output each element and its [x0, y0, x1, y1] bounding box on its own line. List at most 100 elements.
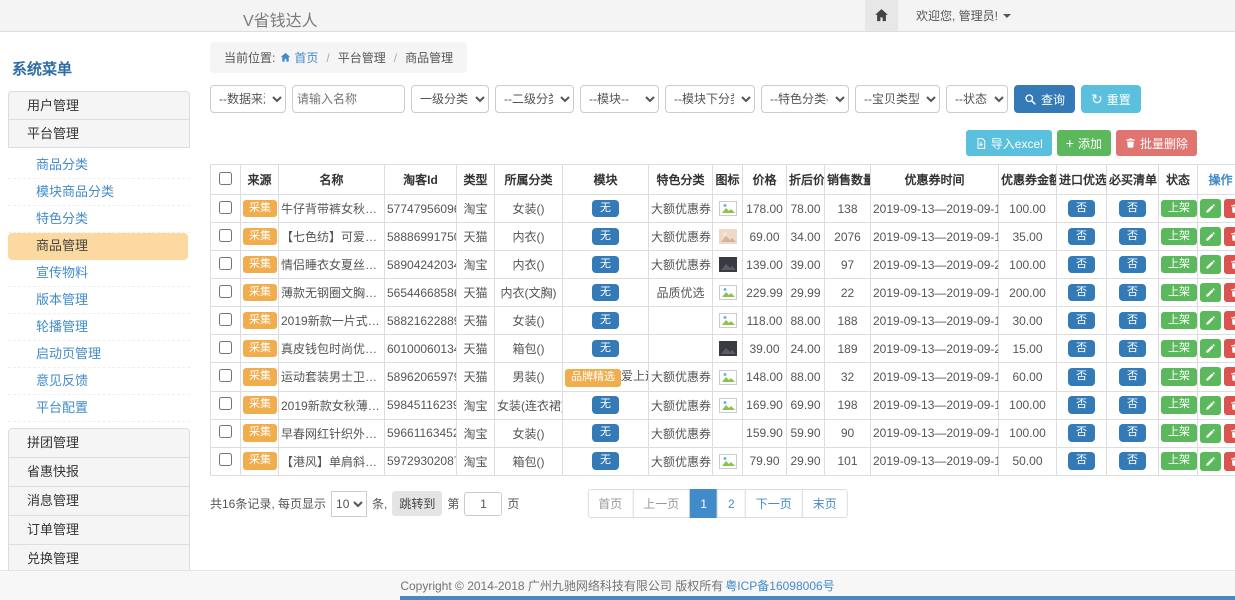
delete-button[interactable]	[1224, 199, 1235, 218]
delete-button[interactable]	[1224, 227, 1235, 246]
must-buy-toggle[interactable]: 否	[1119, 452, 1146, 470]
page-button[interactable]: 首页	[587, 489, 633, 518]
jump-button[interactable]: 跳转到	[392, 491, 442, 516]
module-badge[interactable]: 无	[592, 396, 619, 414]
edit-button[interactable]	[1200, 199, 1221, 218]
delete-button[interactable]	[1224, 367, 1235, 386]
status-toggle[interactable]: 上架	[1161, 200, 1197, 218]
filter-select[interactable]: --模块--	[580, 85, 659, 113]
sidebar-group-item[interactable]: 拼团管理	[8, 428, 190, 458]
batch-delete-button[interactable]: 批量删除	[1116, 130, 1197, 156]
filter-select[interactable]: --宝贝类型--	[855, 85, 940, 113]
filter-select[interactable]: 一级分类	[411, 85, 489, 113]
must-buy-toggle[interactable]: 否	[1119, 396, 1146, 414]
module-badge[interactable]: 无	[592, 200, 619, 218]
page-number-input[interactable]	[464, 492, 502, 516]
must-buy-toggle[interactable]: 否	[1119, 340, 1146, 358]
reset-button[interactable]: ↻ 重置	[1081, 85, 1141, 113]
sidebar-group-item[interactable]: 消息管理	[8, 486, 190, 516]
module-badge[interactable]: 无	[592, 452, 619, 470]
delete-button[interactable]	[1224, 396, 1235, 415]
row-checkbox[interactable]	[219, 453, 232, 466]
must-buy-toggle[interactable]: 否	[1119, 424, 1146, 442]
page-button[interactable]: 下一页	[745, 489, 803, 518]
user-menu[interactable]: 欢迎您, 管理员!	[916, 7, 1011, 24]
delete-button[interactable]	[1224, 283, 1235, 302]
name-search-input[interactable]	[292, 85, 405, 113]
edit-button[interactable]	[1200, 255, 1221, 274]
sidebar-subitem-active[interactable]: 商品管理	[8, 233, 188, 260]
module-badge[interactable]: 无	[592, 284, 619, 302]
import-toggle[interactable]: 否	[1068, 396, 1095, 414]
row-checkbox[interactable]	[219, 229, 232, 242]
edit-button[interactable]	[1200, 227, 1221, 246]
delete-button[interactable]	[1224, 452, 1235, 471]
sidebar-group-item[interactable]: 订单管理	[8, 515, 190, 545]
module-badge[interactable]: 品牌精选	[565, 369, 621, 387]
sidebar-subitem[interactable]: 特色分类	[8, 206, 190, 233]
page-button[interactable]: 上一页	[632, 489, 690, 518]
edit-button[interactable]	[1200, 339, 1221, 358]
must-buy-toggle[interactable]: 否	[1119, 228, 1146, 246]
page-button[interactable]: 2	[717, 489, 746, 518]
page-size-select[interactable]: 10	[331, 491, 367, 517]
import-toggle[interactable]: 否	[1068, 284, 1095, 302]
add-button[interactable]: + 添加	[1057, 130, 1111, 156]
filter-select[interactable]: --状态--	[946, 85, 1008, 113]
edit-button[interactable]	[1200, 424, 1221, 443]
sidebar-subitem[interactable]: 版本管理	[8, 287, 190, 314]
status-toggle[interactable]: 上架	[1161, 284, 1197, 302]
must-buy-toggle[interactable]: 否	[1119, 368, 1146, 386]
import-toggle[interactable]: 否	[1068, 452, 1095, 470]
status-toggle[interactable]: 上架	[1161, 452, 1197, 470]
sidebar-subitem[interactable]: 意见反馈	[8, 368, 190, 395]
page-button[interactable]: 末页	[802, 489, 848, 518]
must-buy-toggle[interactable]: 否	[1119, 312, 1146, 330]
row-checkbox[interactable]	[219, 201, 232, 214]
sidebar-group-item[interactable]: 平台管理	[8, 119, 190, 148]
import-toggle[interactable]: 否	[1068, 368, 1095, 386]
edit-button[interactable]	[1200, 396, 1221, 415]
row-checkbox[interactable]	[219, 313, 232, 326]
status-toggle[interactable]: 上架	[1161, 396, 1197, 414]
row-checkbox[interactable]	[219, 369, 232, 382]
import-toggle[interactable]: 否	[1068, 424, 1095, 442]
edit-button[interactable]	[1200, 283, 1221, 302]
page-button[interactable]: 1	[689, 489, 718, 518]
delete-button[interactable]	[1224, 311, 1235, 330]
status-toggle[interactable]: 上架	[1161, 424, 1197, 442]
module-badge[interactable]: 无	[592, 256, 619, 274]
search-button[interactable]: 查询	[1014, 85, 1075, 113]
must-buy-toggle[interactable]: 否	[1119, 200, 1146, 218]
breadcrumb-home-link[interactable]: 首页	[280, 49, 318, 66]
sidebar-subitem[interactable]: 轮播管理	[8, 314, 190, 341]
status-toggle[interactable]: 上架	[1161, 340, 1197, 358]
row-checkbox[interactable]	[219, 341, 232, 354]
import-toggle[interactable]: 否	[1068, 200, 1095, 218]
sidebar-subitem[interactable]: 启动页管理	[8, 341, 190, 368]
edit-button[interactable]	[1200, 367, 1221, 386]
status-toggle[interactable]: 上架	[1161, 228, 1197, 246]
sidebar-subitem[interactable]: 宣传物料	[8, 260, 190, 287]
module-badge[interactable]: 无	[592, 312, 619, 330]
sidebar-subitem[interactable]: 平台配置	[8, 395, 190, 422]
filter-select[interactable]: --模块下分类--	[665, 85, 755, 113]
filter-select[interactable]: --特色分类--	[761, 85, 849, 113]
status-toggle[interactable]: 上架	[1161, 312, 1197, 330]
icp-link[interactable]: 粤ICP备16098006号	[725, 577, 834, 594]
import-toggle[interactable]: 否	[1068, 312, 1095, 330]
sidebar-group-item[interactable]: 省惠快报	[8, 457, 190, 487]
sidebar-subitem[interactable]: 模块商品分类	[8, 179, 190, 206]
delete-button[interactable]	[1224, 424, 1235, 443]
import-toggle[interactable]: 否	[1068, 340, 1095, 358]
select-all-checkbox[interactable]	[219, 172, 232, 185]
must-buy-toggle[interactable]: 否	[1119, 256, 1146, 274]
delete-button[interactable]	[1224, 339, 1235, 358]
must-buy-toggle[interactable]: 否	[1119, 284, 1146, 302]
status-toggle[interactable]: 上架	[1161, 368, 1197, 386]
import-toggle[interactable]: 否	[1068, 228, 1095, 246]
import-toggle[interactable]: 否	[1068, 256, 1095, 274]
row-checkbox[interactable]	[219, 425, 232, 438]
sidebar-group-item[interactable]: 用户管理	[8, 91, 190, 120]
filter-select[interactable]: --二级分类--	[495, 85, 574, 113]
